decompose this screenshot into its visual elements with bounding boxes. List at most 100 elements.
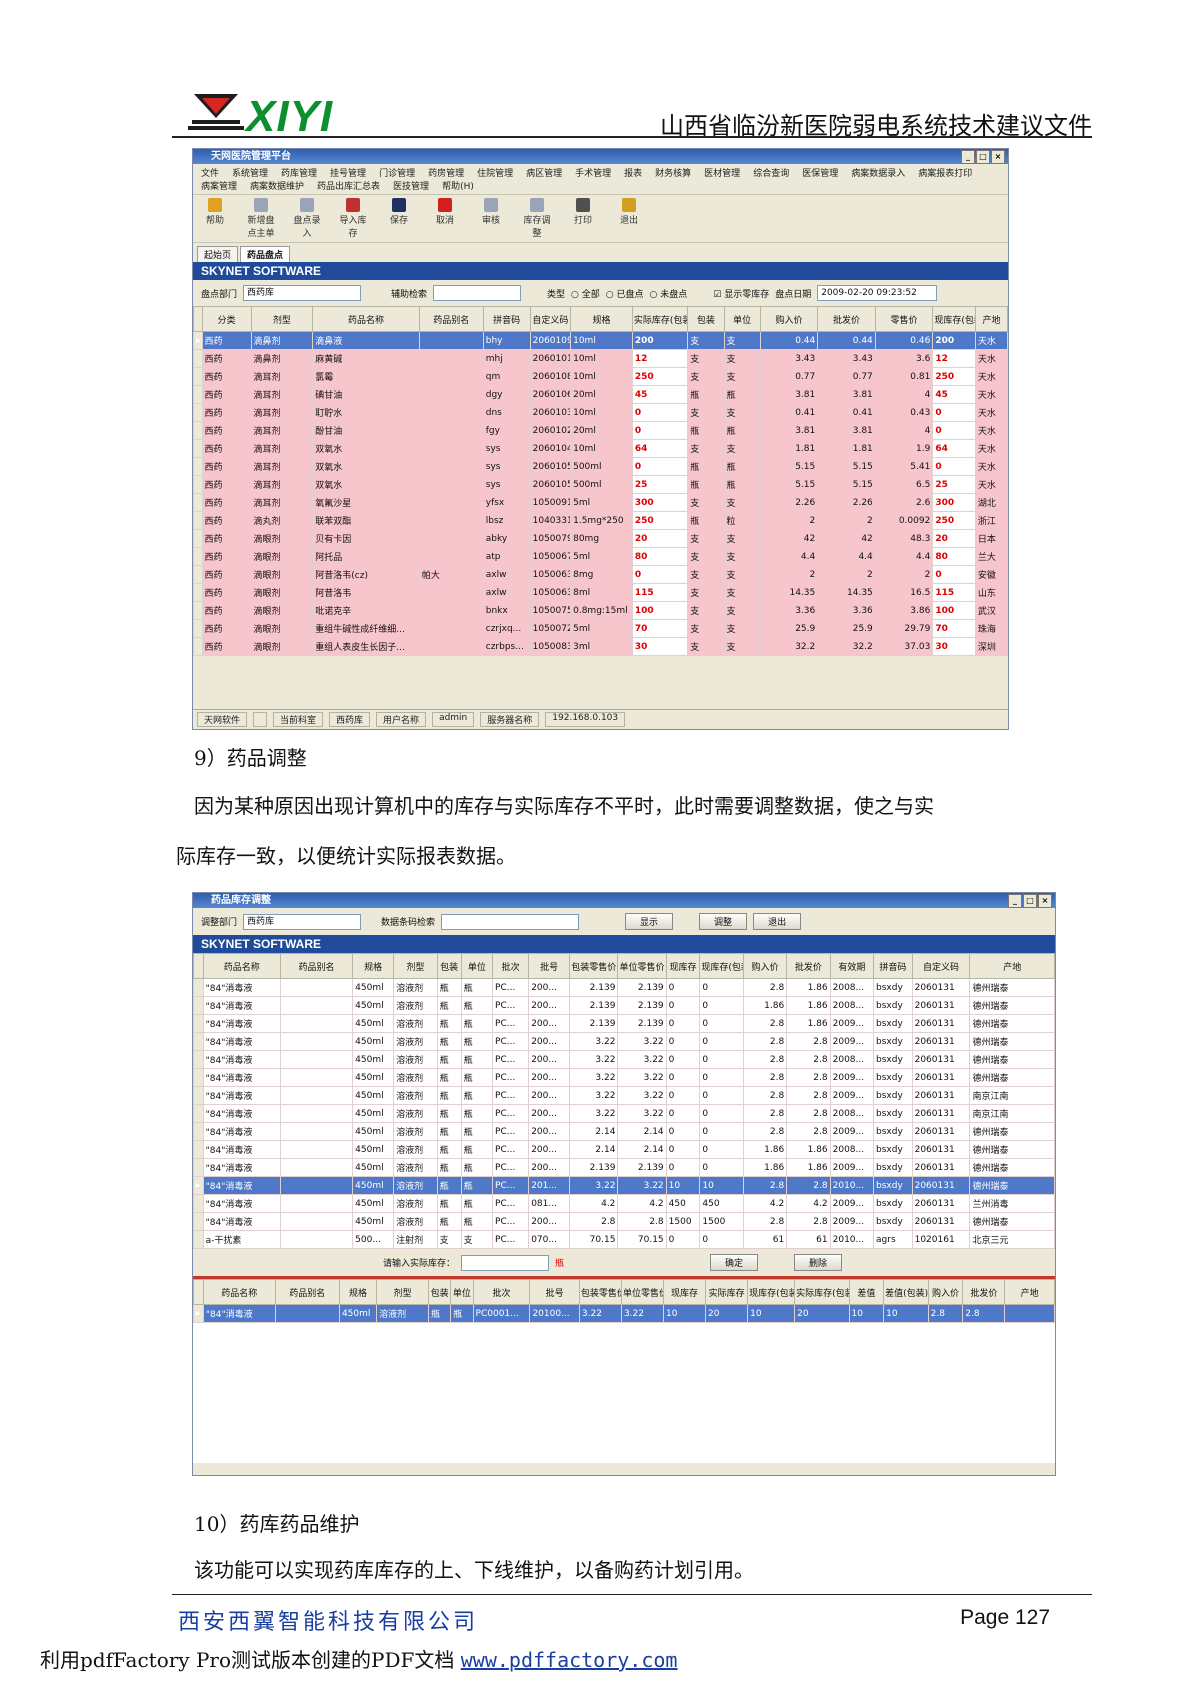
menu-item[interactable]: 病案管理: [201, 179, 237, 192]
column-header[interactable]: 批次: [492, 953, 530, 979]
date-input[interactable]: 2009-02-20 09:23:52: [817, 285, 938, 301]
column-header[interactable]: 拼音码: [873, 953, 913, 979]
menu-item[interactable]: 医保管理: [802, 166, 838, 179]
search-input[interactable]: [433, 285, 522, 301]
adjust-dept-select[interactable]: 西药库: [243, 913, 362, 930]
menu-item[interactable]: 住院管理: [477, 166, 513, 179]
exit-button[interactable]: 退出: [753, 913, 802, 930]
minimize-button[interactable]: _: [961, 150, 975, 164]
column-header[interactable]: 批发价: [962, 1279, 1006, 1305]
maximize-button[interactable]: □: [976, 150, 990, 164]
column-header[interactable]: 规格: [570, 306, 633, 332]
column-header[interactable]: 药品别名: [274, 1279, 340, 1305]
toolbar-button[interactable]: 新增盘点主单: [245, 198, 277, 239]
column-header[interactable]: 自定义码: [911, 953, 971, 979]
menu-item[interactable]: 药库管理: [281, 166, 317, 179]
column-header[interactable]: 产地: [1004, 1279, 1055, 1305]
menu-item[interactable]: 帮助(H): [442, 179, 474, 192]
column-header[interactable]: 产地: [974, 306, 1008, 332]
table-row[interactable]: "84"消毒液 450ml 溶液剂瓶瓶 PC... 081... 4.2 4.2 450 450…: [193, 1194, 1055, 1213]
toolbar-button[interactable]: 库存调整: [521, 198, 553, 239]
menu-item[interactable]: 药房管理: [428, 166, 464, 179]
menu-item[interactable]: 综合查询: [753, 166, 789, 179]
toolbar-button[interactable]: 导入库存: [337, 198, 369, 239]
column-header[interactable]: 购入价: [927, 1279, 964, 1305]
delete-button[interactable]: 删除: [794, 1254, 843, 1271]
table-row[interactable]: 西药 滴眼剂 阿昔洛韦(cz) 帕大 axlw 1050063 8mg 0 支支 2 2 2 0 安徽: [193, 565, 1008, 584]
table-row[interactable]: 西药 滴耳剂 耵聍水 dns 2060103 10ml 0 支支 0.41 0.41 0.43 0 天水: [193, 403, 1008, 422]
pdf-link[interactable]: www.pdffactory.com: [461, 1648, 678, 1672]
column-header[interactable]: 产地: [969, 953, 1055, 979]
menu-item[interactable]: 报表: [624, 166, 642, 179]
toolbar-button[interactable]: 盘点录入: [291, 198, 323, 239]
dept-select[interactable]: 西药库: [243, 285, 362, 301]
column-header[interactable]: 实际库存(包装): [794, 1279, 850, 1305]
menu-item[interactable]: 病案数据录入: [851, 166, 905, 179]
barcode-input[interactable]: [441, 913, 580, 930]
column-header[interactable]: 单位零售价: [617, 953, 667, 979]
table-row[interactable]: 西药 滴眼剂 阿昔洛韦 axlw 1050063 8ml 115 支支 14.35 14.35 16…: [193, 583, 1008, 602]
table-row[interactable]: 西药 滴耳剂 双氧水 sys 2060105 500ml 0 瓶瓶 5.15 5.15 5.41 0 天…: [193, 457, 1008, 476]
detail-row[interactable]: ▸ "84"消毒液 450ml 溶液剂瓶瓶 PC0001... 20100... 3.22 3…: [193, 1304, 1055, 1323]
table-row[interactable]: ▸ 西药 滴鼻剂 滴鼻液 bhy 2060109 10ml 200 支支 0.44 0.44 0.46…: [193, 331, 1008, 350]
table-row[interactable]: 西药 滴耳剂 氧氟沙星 yfsx 1050091 5ml 300 支支 2.26 2.26 2.6 3…: [193, 493, 1008, 512]
table-row[interactable]: 西药 滴耳剂 双氧水 sys 2060105 500ml 25 瓶瓶 5.15 5.15 6.5 25…: [193, 475, 1008, 494]
column-header[interactable]: 剂型: [376, 1279, 430, 1305]
table-row[interactable]: "84"消毒液 450ml 溶液剂瓶瓶 PC... 200... 3.22 3.22 0 0 2.…: [193, 1068, 1055, 1087]
table-row[interactable]: 西药 滴眼剂 贝有卡因 abky 1050079 80mg 20 支支 42 42 48.3 20 日本: [193, 529, 1008, 548]
column-header[interactable]: 包装: [428, 1279, 452, 1305]
table-row[interactable]: 西药 滴丸剂 联苯双酯 lbsz 1040331 1.5mg*250 250 瓶粒 2 2 0.00…: [193, 511, 1008, 530]
table-row[interactable]: "84"消毒液 450ml 溶液剂瓶瓶 PC... 200... 2.14 2.14 0 0 1.…: [193, 1140, 1055, 1159]
column-header[interactable]: 实际库存: [705, 1279, 749, 1305]
column-header[interactable]: 现库存: [665, 953, 701, 979]
menu-item[interactable]: 挂号管理: [330, 166, 366, 179]
column-header[interactable]: 规格: [338, 1279, 378, 1305]
column-header[interactable]: 药品名称: [202, 1279, 276, 1305]
actual-stock-input[interactable]: [461, 1254, 550, 1271]
table-row[interactable]: "84"消毒液 450ml 溶液剂瓶瓶 PC... 200... 3.22 3.22 0 0 2.…: [193, 1032, 1055, 1051]
radio-all[interactable]: ○ 全部: [571, 287, 600, 300]
toolbar-button[interactable]: 打印: [567, 198, 599, 239]
column-header[interactable]: 批发价: [817, 306, 876, 332]
column-header[interactable]: 单位: [450, 1279, 474, 1305]
table-row[interactable]: ▸ "84"消毒液 450ml 溶液剂瓶瓶 PC... 201... 3.22 3.22 10 1…: [193, 1176, 1055, 1195]
table-row[interactable]: 西药 滴眼剂 吡诺克辛 bnkx 1050075 0.8mg:15ml 100 支支 3.36 3…: [193, 601, 1008, 620]
column-header[interactable]: 批发价: [786, 953, 831, 979]
column-header[interactable]: 现库存(包装): [747, 1279, 796, 1305]
column-header[interactable]: 差值(包装): [883, 1279, 929, 1305]
column-header[interactable]: 包装零售价: [569, 953, 619, 979]
table-row[interactable]: 西药 滴耳剂 酚甘油 fgy 2060102 20ml 0 瓶瓶 3.81 3.81 4 0 天水: [193, 421, 1008, 440]
column-header[interactable]: 实际库存(包装): [631, 306, 689, 332]
toolbar-button[interactable]: 保存: [383, 198, 415, 239]
menu-item[interactable]: 医技管理: [393, 179, 429, 192]
column-header[interactable]: 批号: [528, 953, 571, 979]
column-header[interactable]: 药品名称: [312, 306, 420, 332]
confirm-button[interactable]: 确定: [710, 1254, 759, 1271]
column-header[interactable]: 拼音码: [482, 306, 531, 332]
column-header[interactable]: 药品别名: [279, 953, 354, 979]
menu-item[interactable]: 财务核算: [655, 166, 691, 179]
column-header[interactable]: 自定义码: [529, 306, 572, 332]
menu-item[interactable]: 病案数据维护: [250, 179, 304, 192]
menu-item[interactable]: 系统管理: [232, 166, 268, 179]
table-row[interactable]: "84"消毒液 450ml 溶液剂瓶瓶 PC... 200... 2.8 2.8 1500 15…: [193, 1212, 1055, 1231]
radio-counted[interactable]: ○ 已盘点: [606, 287, 644, 300]
menu-item[interactable]: 药品出库汇总表: [317, 179, 380, 192]
table-row[interactable]: "84"消毒液 450ml 溶液剂瓶瓶 PC... 200... 3.22 3.22 0 0 2.…: [193, 1050, 1055, 1069]
column-header[interactable]: 包装: [436, 953, 462, 979]
menu-item[interactable]: 医材管理: [704, 166, 740, 179]
column-header[interactable]: 零售价: [874, 306, 934, 332]
column-header[interactable]: 现库存(包装): [699, 953, 744, 979]
table-row[interactable]: "84"消毒液 450ml 溶液剂瓶瓶 PC... 200... 2.14 2.14 0 0 2.…: [193, 1122, 1055, 1141]
table-row[interactable]: "84"消毒液 450ml 溶液剂瓶瓶 PC... 200... 2.139 2.139 0 0…: [193, 1158, 1055, 1177]
table-row[interactable]: "84"消毒液 450ml 溶液剂瓶瓶 PC... 200... 2.139 2.139 0 0…: [193, 978, 1055, 997]
maximize-button[interactable]: □: [1023, 894, 1037, 908]
column-header[interactable]: 购入价: [742, 953, 788, 979]
table-row[interactable]: "84"消毒液 450ml 溶液剂瓶瓶 PC... 200... 3.22 3.22 0 0 2.…: [193, 1104, 1055, 1123]
toolbar-button[interactable]: 审核: [475, 198, 507, 239]
column-header[interactable]: 规格: [352, 953, 395, 979]
adjust-button[interactable]: 调整: [699, 913, 748, 930]
close-button[interactable]: ×: [991, 150, 1005, 164]
table-row[interactable]: a-干扰素 500... 注射剂支支 PC... 070... 70.15 70.15 0 0 6…: [193, 1230, 1055, 1249]
column-header[interactable]: 单位: [460, 953, 494, 979]
